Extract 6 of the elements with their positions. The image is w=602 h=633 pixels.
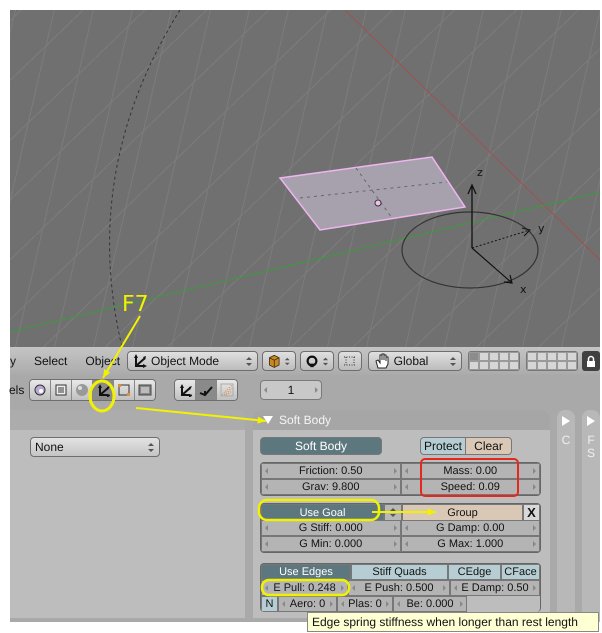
axis-label: z (477, 166, 483, 179)
tooltip: Edge spring stiffness when longer than rest length (307, 612, 599, 632)
axis-label: x (520, 283, 527, 296)
axis-label: y (538, 222, 545, 235)
annotation-label: F7 (122, 292, 149, 317)
panel-title: Soft Body (279, 413, 332, 427)
